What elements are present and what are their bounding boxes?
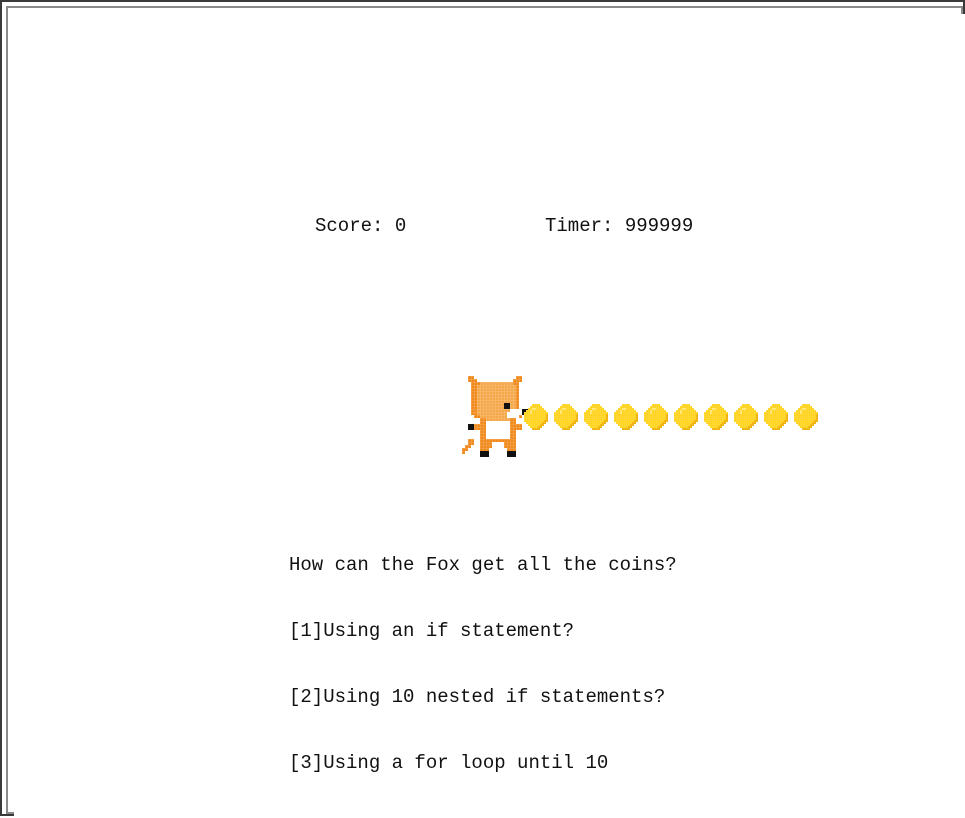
coin-icon (674, 404, 698, 430)
fox-sprite (461, 375, 528, 457)
quiz-question: How can the Fox get all the coins? (289, 554, 677, 576)
coin-icon (734, 404, 758, 430)
quiz-panel: How can the Fox get all the coins? [1]Us… (289, 510, 677, 818)
coin-icon (704, 404, 728, 430)
coin-icon (584, 404, 608, 430)
coin-icon (644, 404, 668, 430)
coin-icon (764, 404, 788, 430)
coin-icon (554, 404, 578, 430)
quiz-option-2[interactable]: [2]Using 10 nested if statements? (289, 686, 677, 708)
coin-icon (614, 404, 638, 430)
game-window-frame: Score: 0 Timer: 999999 How can the Fox g… (0, 0, 965, 818)
coin-row (524, 404, 818, 430)
game-canvas: Score: 0 Timer: 999999 How can the Fox g… (14, 14, 965, 818)
fox-icon (461, 375, 528, 473)
score-display: Score: 0 (315, 215, 407, 237)
quiz-option-3[interactable]: [3]Using a for loop until 10 (289, 752, 677, 774)
timer-display: Timer: 999999 (545, 215, 694, 237)
quiz-option-1[interactable]: [1]Using an if statement? (289, 620, 677, 642)
game-window-inner-frame: Score: 0 Timer: 999999 How can the Fox g… (6, 6, 965, 818)
coin-icon (794, 404, 818, 430)
coin-icon (524, 404, 548, 430)
